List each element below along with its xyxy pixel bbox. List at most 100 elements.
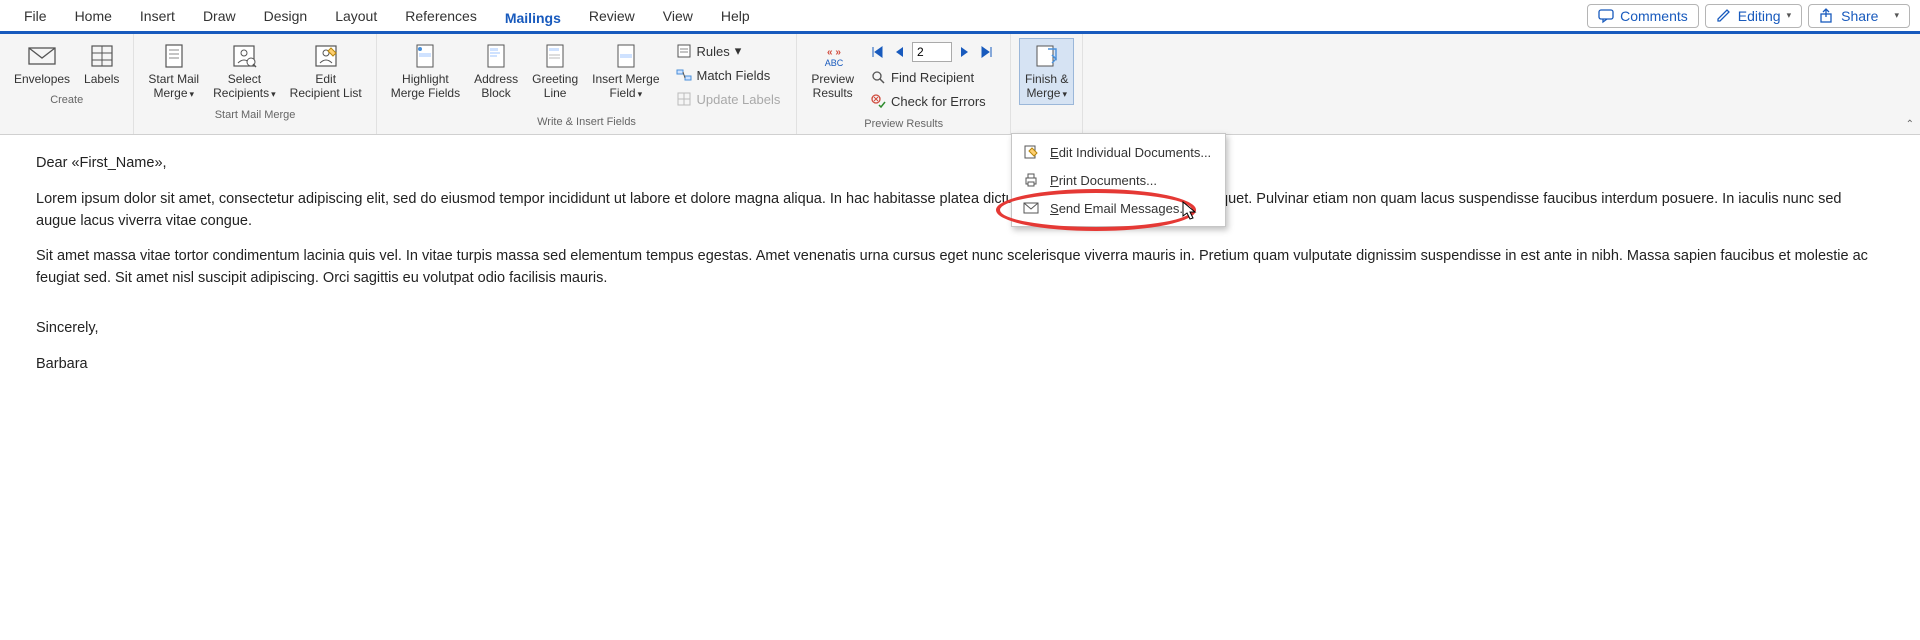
record-navigation bbox=[866, 40, 998, 64]
share-label: Share bbox=[1841, 8, 1878, 24]
chevron-down-icon: ▾ bbox=[638, 89, 643, 99]
address-block-label: Address Block bbox=[474, 72, 518, 101]
tab-references[interactable]: References bbox=[391, 1, 491, 31]
address-block-icon bbox=[482, 42, 510, 70]
doc-paragraph-2: Sit amet massa vitae tortor condimentum … bbox=[36, 246, 1884, 290]
match-fields-button[interactable]: Match Fields bbox=[672, 64, 785, 86]
greeting-line-icon bbox=[541, 42, 569, 70]
finish-merge-icon bbox=[1033, 42, 1061, 70]
recipients-icon bbox=[230, 42, 258, 70]
select-recipients-button[interactable]: Select Recipients▾ bbox=[207, 38, 282, 105]
chevron-down-icon: ▾ bbox=[190, 89, 195, 99]
last-record-button[interactable] bbox=[978, 43, 996, 61]
search-icon bbox=[870, 69, 886, 85]
tab-design[interactable]: Design bbox=[250, 1, 322, 31]
comments-button[interactable]: Comments bbox=[1587, 4, 1699, 28]
insert-merge-field-button[interactable]: Insert Merge Field▾ bbox=[586, 38, 665, 105]
chevron-down-icon: ▾ bbox=[1894, 10, 1899, 21]
group-write-insert-fields: Highlight Merge Fields Address Block Gre… bbox=[377, 34, 798, 134]
insert-merge-field-label: Insert Merge Field bbox=[592, 72, 659, 100]
menu-tab-bar: File Home Insert Draw Design Layout Refe… bbox=[0, 0, 1920, 34]
prev-record-button[interactable] bbox=[890, 43, 908, 61]
check-errors-label: Check for Errors bbox=[891, 94, 986, 109]
tab-help[interactable]: Help bbox=[707, 1, 764, 31]
tab-draw[interactable]: Draw bbox=[189, 1, 250, 31]
mouse-cursor bbox=[1182, 201, 1198, 221]
tab-insert[interactable]: Insert bbox=[126, 1, 189, 31]
preview-results-icon: « »ABC bbox=[819, 42, 847, 70]
svg-text:« »: « » bbox=[827, 47, 841, 58]
tab-review[interactable]: Review bbox=[575, 1, 649, 31]
record-number-input[interactable] bbox=[912, 42, 952, 62]
labels-button[interactable]: Labels bbox=[78, 38, 125, 90]
share-button[interactable]: Share ▾ bbox=[1808, 4, 1910, 28]
finish-merge-dropdown: Edit Individual Documents... Print Docum… bbox=[1011, 133, 1226, 227]
select-recipients-label: Select Recipients bbox=[213, 72, 269, 100]
rules-button[interactable]: Rules ▾ bbox=[672, 40, 785, 62]
rules-icon bbox=[676, 43, 692, 59]
envelopes-button[interactable]: Envelopes bbox=[8, 38, 76, 90]
group-label-start: Start Mail Merge bbox=[215, 107, 296, 123]
print-documents-item[interactable]: Print Documents... bbox=[1012, 166, 1225, 194]
edit-recipient-list-button[interactable]: Edit Recipient List bbox=[284, 38, 368, 105]
chevron-down-icon: ▾ bbox=[1787, 10, 1792, 21]
insert-merge-field-icon bbox=[612, 42, 640, 70]
chevron-down-icon: ▾ bbox=[735, 43, 742, 59]
share-icon bbox=[1819, 8, 1835, 24]
print-docs-label: Print Documents... bbox=[1050, 173, 1157, 188]
update-labels-label: Update Labels bbox=[697, 92, 781, 107]
edit-docs-icon bbox=[1022, 143, 1040, 161]
collapse-ribbon-button[interactable]: ⌃ bbox=[1906, 119, 1914, 130]
envelopes-label: Envelopes bbox=[14, 72, 70, 86]
editing-mode-button[interactable]: Editing ▾ bbox=[1705, 4, 1802, 28]
finish-and-merge-button[interactable]: Finish & Merge▾ bbox=[1019, 38, 1074, 105]
labels-icon bbox=[88, 42, 116, 70]
tab-file[interactable]: File bbox=[10, 1, 61, 31]
doc-closing: Sincerely, bbox=[36, 318, 1884, 340]
update-labels-button: Update Labels bbox=[672, 88, 785, 110]
edit-list-icon bbox=[312, 42, 340, 70]
next-record-button[interactable] bbox=[956, 43, 974, 61]
doc-paragraph-1: Lorem ipsum dolor sit amet, consectetur … bbox=[36, 189, 1884, 233]
check-for-errors-button[interactable]: Check for Errors bbox=[866, 90, 998, 112]
group-finish: Finish & Merge▾ Finish Edit Individual D… bbox=[1011, 34, 1083, 134]
chevron-down-icon: ▾ bbox=[1062, 89, 1067, 99]
tab-view[interactable]: View bbox=[649, 1, 707, 31]
tab-home[interactable]: Home bbox=[61, 1, 126, 31]
group-label-write: Write & Insert Fields bbox=[537, 114, 636, 130]
tab-mailings[interactable]: Mailings bbox=[491, 4, 575, 34]
preview-results-button[interactable]: « »ABC Preview Results bbox=[805, 38, 860, 105]
group-create: Envelopes Labels Create bbox=[0, 34, 134, 134]
doc-greeting: Dear «First_Name», bbox=[36, 153, 1884, 175]
group-start-mail-merge: Start Mail Merge▾ Select Recipients▾ Edi… bbox=[134, 34, 376, 134]
envelope-icon bbox=[28, 42, 56, 70]
comments-label: Comments bbox=[1620, 8, 1688, 24]
find-recipient-label: Find Recipient bbox=[891, 70, 974, 85]
email-icon bbox=[1022, 199, 1040, 217]
labels-label: Labels bbox=[84, 72, 119, 86]
rules-label: Rules bbox=[697, 44, 730, 59]
chevron-down-icon: ▾ bbox=[271, 89, 276, 99]
document-icon bbox=[160, 42, 188, 70]
highlight-merge-fields-button[interactable]: Highlight Merge Fields bbox=[385, 38, 466, 105]
svg-text:ABC: ABC bbox=[824, 58, 843, 68]
edit-docs-label: Edit Individual Documents... bbox=[1050, 145, 1211, 160]
first-record-button[interactable] bbox=[868, 43, 886, 61]
edit-recipient-list-label: Edit Recipient List bbox=[290, 72, 362, 101]
send-email-label: Send Email Messages... bbox=[1050, 201, 1190, 216]
doc-signature: Barbara bbox=[36, 354, 1884, 376]
update-labels-icon bbox=[676, 91, 692, 107]
address-block-button[interactable]: Address Block bbox=[468, 38, 524, 105]
document-body: Dear «First_Name», Lorem ipsum dolor sit… bbox=[0, 135, 1920, 407]
tab-layout[interactable]: Layout bbox=[321, 1, 391, 31]
match-fields-icon bbox=[676, 67, 692, 83]
find-recipient-button[interactable]: Find Recipient bbox=[866, 66, 998, 88]
pencil-icon bbox=[1716, 8, 1732, 24]
start-mail-merge-button[interactable]: Start Mail Merge▾ bbox=[142, 38, 205, 105]
comment-icon bbox=[1598, 8, 1614, 24]
check-errors-icon bbox=[870, 93, 886, 109]
edit-individual-documents-item[interactable]: Edit Individual Documents... bbox=[1012, 138, 1225, 166]
highlight-field-icon bbox=[411, 42, 439, 70]
greeting-line-label: Greeting Line bbox=[532, 72, 578, 101]
greeting-line-button[interactable]: Greeting Line bbox=[526, 38, 584, 105]
